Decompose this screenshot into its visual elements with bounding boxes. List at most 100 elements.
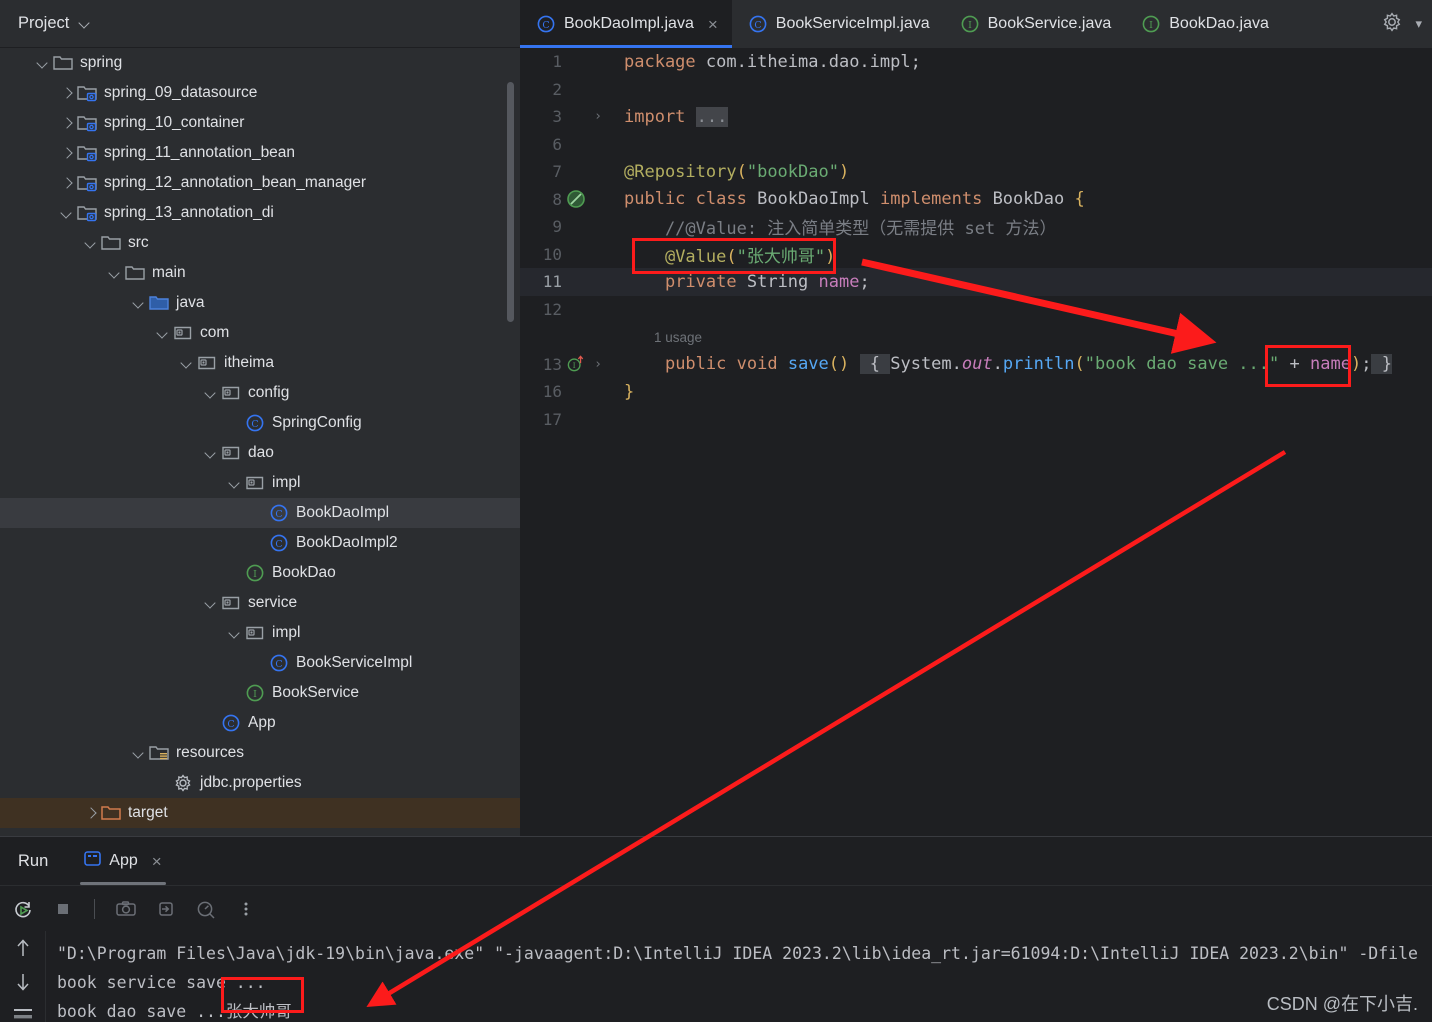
code-line[interactable]: 17 [520,406,1432,434]
editor-gutter[interactable]: 3 › [520,103,612,131]
project-tree-scrollbar[interactable] [507,82,514,322]
tree-item-com[interactable]: com [0,318,520,348]
code-line[interactable]: 6 [520,131,1432,159]
chevron-down-icon[interactable] [130,288,148,318]
scroll-down-icon[interactable] [10,971,36,993]
code-line[interactable]: 10 @Value("张大帅哥") [520,241,1432,269]
chevron-down-icon[interactable] [34,48,52,78]
tree-item-springconfig[interactable]: C SpringConfig [0,408,520,438]
tree-item-bookserviceimpl[interactable]: C BookServiceImpl [0,648,520,678]
tree-item-resources[interactable]: resources [0,738,520,768]
code-line[interactable]: 12 [520,296,1432,324]
stop-icon[interactable] [50,896,76,922]
editor-gutter[interactable]: 6 [520,131,612,159]
chevron-down-icon[interactable] [226,618,244,648]
tree-item-app[interactable]: C App [0,708,520,738]
run-tab-app[interactable]: App × [70,837,175,885]
editor-gutter[interactable] [520,323,612,351]
tree-item-target[interactable]: target [0,798,520,828]
editor-tab-bookdaoimpl-java[interactable]: C BookDaoImpl.java × [520,0,732,48]
chevron-down-icon[interactable]: ▾ [1415,16,1422,32]
code-line[interactable]: 1 package com.itheima.dao.impl; [520,48,1432,76]
tree-item-java[interactable]: java [0,288,520,318]
chevron-down-icon[interactable] [202,378,220,408]
implements-icon[interactable]: I [566,354,586,374]
chevron-down-icon[interactable] [226,468,244,498]
code-line[interactable]: 8 public class BookDaoImpl implements Boo… [520,186,1432,214]
fold-marker-icon[interactable]: › [590,109,606,124]
tree-item-src[interactable]: src [0,228,520,258]
tree-item-bookservice[interactable]: I BookService [0,678,520,708]
chevron-down-icon[interactable] [130,738,148,768]
code-line[interactable]: 7 @Repository("bookDao") [520,158,1432,186]
camera-icon[interactable] [113,896,139,922]
tree-item-spring-11-annotation-bean[interactable]: spring_11_annotation_bean [0,138,520,168]
tree-item-main[interactable]: main [0,258,520,288]
tree-item-impl[interactable]: impl [0,468,520,498]
chevron-down-icon[interactable] [79,17,92,30]
project-tree[interactable]: spring spring_09_datasource spring_10_cont… [0,48,520,836]
tree-item-config[interactable]: config [0,378,520,408]
editor-gutter[interactable]: 12 [520,296,612,324]
tree-item-impl[interactable]: impl [0,618,520,648]
tree-item-spring-13-annotation-di[interactable]: spring_13_annotation_di [0,198,520,228]
tree-item-spring[interactable]: spring [0,48,520,78]
code-line[interactable]: 11 private String name; [520,268,1432,296]
tree-item-jdbc-properties[interactable]: jdbc.properties [0,768,520,798]
console-output[interactable]: "D:\Program Files\Java\jdk-19\bin\java.e… [47,931,1432,1022]
thread-dump-icon[interactable] [153,896,179,922]
tree-item-dao[interactable]: dao [0,438,520,468]
chevron-right-icon[interactable] [58,168,76,198]
chevron-right-icon[interactable] [58,138,76,168]
scroll-up-icon[interactable] [10,937,36,959]
editor-tab-bookserviceimpl-java[interactable]: C BookServiceImpl.java [732,0,944,48]
editor-gutter[interactable]: 1 [520,48,612,76]
chevron-right-icon[interactable] [82,798,100,828]
fold-marker-icon[interactable]: › [590,357,606,372]
code-line[interactable]: 2 [520,76,1432,104]
tree-item-spring-12-annotation-bean-manager[interactable]: spring_12_annotation_bean_manager [0,168,520,198]
more-options-icon[interactable] [233,896,259,922]
editor-gutter[interactable]: 11 [520,268,612,296]
tree-item-bookdaoimpl[interactable]: C BookDaoImpl [0,498,520,528]
chevron-down-icon[interactable] [202,588,220,618]
tree-item-bookdao[interactable]: I BookDao [0,558,520,588]
tree-item-itheima[interactable]: itheima [0,348,520,378]
code-line[interactable]: 9 //@Value: 注入简单类型（无需提供 set 方法） [520,213,1432,241]
profiler-icon[interactable] [193,896,219,922]
rerun-icon[interactable] [10,896,36,922]
tree-item-spring-10-container[interactable]: spring_10_container [0,108,520,138]
editor-gutter[interactable]: 16 [520,378,612,406]
close-icon[interactable]: × [708,16,718,33]
soft-wrap-icon[interactable] [10,1005,36,1022]
code-line[interactable]: 3 › import ... [520,103,1432,131]
chevron-down-icon[interactable] [154,318,172,348]
code-line[interactable]: 13 I › public void save() { System.out.pri… [520,351,1432,379]
chevron-right-icon[interactable] [58,78,76,108]
tree-item-bookdaoimpl2[interactable]: C BookDaoImpl2 [0,528,520,558]
gear-icon[interactable] [1381,11,1403,38]
tree-item-spring-09-datasource[interactable]: spring_09_datasource [0,78,520,108]
chevron-down-icon[interactable] [106,258,124,288]
editor-gutter[interactable]: 2 [520,76,612,104]
chevron-down-icon[interactable] [82,228,100,258]
chevron-right-icon[interactable] [58,108,76,138]
code-editor[interactable]: 1 package com.itheima.dao.impl; 2 3 › import … [520,48,1432,836]
tree-item-service[interactable]: service [0,588,520,618]
chevron-down-icon[interactable] [202,438,220,468]
bean-icon[interactable] [566,189,586,209]
editor-gutter[interactable]: 10 [520,241,612,269]
code-line[interactable]: 1 usage [520,323,1432,351]
chevron-down-icon[interactable] [178,348,196,378]
editor-gutter[interactable]: 7 [520,158,612,186]
editor-gutter[interactable]: 17 [520,406,612,434]
close-icon[interactable]: × [152,853,162,870]
editor-gutter[interactable]: 13 I › [520,351,612,379]
editor-tab-bookdao-java[interactable]: I BookDao.java [1125,0,1283,48]
chevron-down-icon[interactable] [58,198,76,228]
editor-gutter[interactable]: 8 [520,186,612,214]
code-line[interactable]: 16} [520,378,1432,406]
project-panel-header[interactable]: Project [0,0,520,48]
editor-gutter[interactable]: 9 [520,213,612,241]
editor-tab-bookservice-java[interactable]: I BookService.java [944,0,1126,48]
